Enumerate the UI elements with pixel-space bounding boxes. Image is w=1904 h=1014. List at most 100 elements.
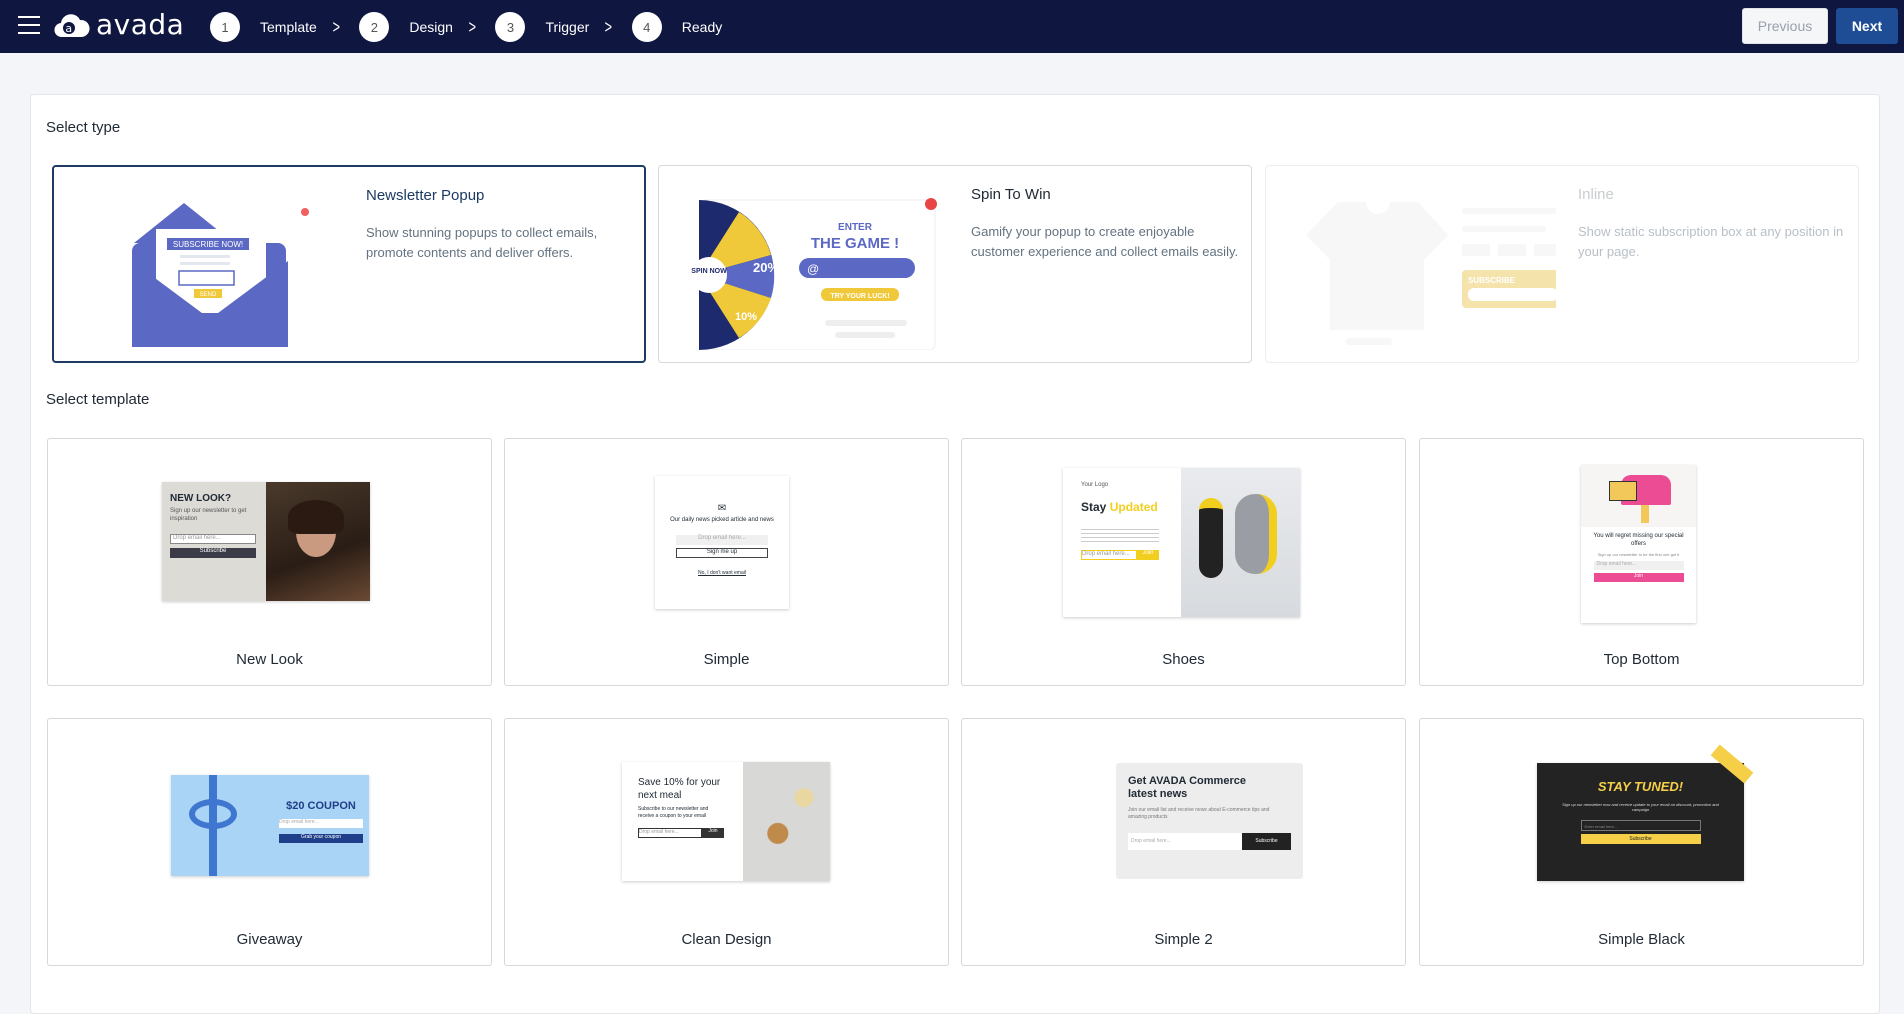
- thumb-text: Get AVADA Commerce latest news: [1128, 775, 1246, 801]
- thumb-text: Sign up our newsletter now and receive u…: [1562, 801, 1719, 813]
- template-card-shoes[interactable]: Your Logo Stay Updated Drop email here..…: [961, 438, 1406, 686]
- wizard-steps: 1 Template > 2 Design > 3 Trigger > 4 Ready: [210, 12, 740, 42]
- next-button[interactable]: Next: [1836, 8, 1898, 44]
- art-text: SEND: [200, 292, 217, 298]
- type-card-newsletter-popup[interactable]: SUBSCRIBE NOW! SEND Newsletter Popup Sho…: [52, 165, 646, 363]
- hamburger-menu-icon[interactable]: [18, 16, 40, 34]
- thumb-text: STAY TUNED!: [1597, 779, 1684, 794]
- thumb-text: NEW LOOK?: [170, 493, 232, 504]
- art-text: 20%: [753, 260, 779, 275]
- template-thumbnail: Get AVADA Commerce latest news Join our …: [1116, 763, 1303, 879]
- template-thumbnail: STAY TUNED! Sign up our newsletter now a…: [1537, 744, 1754, 881]
- step-number: 3: [495, 12, 526, 42]
- thumb-text: Sign up our newsletter to get inspiratio…: [170, 508, 247, 522]
- type-description: Show stunning popups to collect emails, …: [366, 225, 598, 260]
- template-name: Simple 2: [1154, 931, 1213, 948]
- avada-cloud-icon: a: [54, 13, 90, 37]
- template-card-simple-black[interactable]: STAY TUNED! Sign up our newsletter now a…: [1419, 718, 1864, 966]
- template-name: Giveaway: [236, 931, 303, 948]
- template-name: Shoes: [1162, 651, 1205, 668]
- template-thumbnail: $20 COUPON Drop email here... Grab your …: [171, 775, 369, 876]
- avada-logo[interactable]: a avada: [54, 8, 184, 41]
- art-text: SPIN NOW: [691, 268, 727, 275]
- food-photo: [743, 762, 830, 881]
- thumb-text: Stay: [1081, 500, 1107, 514]
- template-thumbnail: You will regret missing our special offe…: [1581, 465, 1696, 623]
- template-thumbnail: Your Logo Stay Updated Drop email here..…: [1063, 468, 1300, 617]
- thumb-text: Sign me up: [676, 547, 768, 558]
- main-panel: Select type SUBSCRIBE NOW! SEND Newslett…: [30, 94, 1880, 1014]
- template-card-giveaway[interactable]: $20 COUPON Drop email here... Grab your …: [47, 718, 492, 966]
- template-name: Clean Design: [681, 931, 772, 948]
- thumb-text: $20 COUPON: [286, 800, 356, 812]
- template-thumbnail: Save 10% for your next meal Subscribe to…: [622, 762, 830, 881]
- top-bar: a avada 1 Template > 2 Design > 3 Trigger > 4 R…: [0, 0, 1904, 53]
- type-title: Newsletter Popup: [366, 187, 485, 204]
- template-name: Simple: [703, 651, 750, 668]
- type-description: Gamify your popup to create enjoyable cu…: [971, 224, 1239, 259]
- thumb-text: Join our email list and receive news abo…: [1128, 807, 1270, 820]
- shoes-photo: [1181, 468, 1300, 617]
- template-name: Top Bottom: [1603, 651, 1680, 668]
- step-design[interactable]: 2 Design >: [359, 12, 477, 42]
- art-text: ENTER: [838, 222, 873, 233]
- step-label: Ready: [681, 19, 723, 35]
- step-label: Design: [409, 19, 453, 35]
- type-card-inline[interactable]: SUBSCRIBE Inline Show static subscriptio…: [1265, 165, 1859, 363]
- art-text: 10%: [735, 311, 757, 323]
- thumb-text: You will regret missing our special offe…: [1593, 533, 1684, 547]
- template-card-top-bottom[interactable]: You will regret missing our special offe…: [1419, 438, 1864, 686]
- thumb-text: Join: [702, 828, 724, 838]
- step-number: 2: [359, 12, 390, 42]
- thumb-text: Save 10% for your next meal: [638, 777, 721, 801]
- thumb-text: Drop email here...: [170, 534, 256, 544]
- art-text: SUBSCRIBE: [1468, 276, 1516, 285]
- thumb-text: Subscribe: [1580, 834, 1701, 845]
- logo-text: avada: [96, 8, 185, 41]
- thumb-text: Drop email here...: [676, 534, 768, 545]
- template-card-simple-2[interactable]: Get AVADA Commerce latest news Join our …: [961, 718, 1406, 966]
- thumb-text: Join: [1137, 550, 1159, 560]
- template-card-new-look[interactable]: NEW LOOK? Sign up our newsletter to get …: [47, 438, 492, 686]
- woman-photo: [266, 482, 370, 601]
- template-thumbnail: ✉ Our daily news picked article and news…: [655, 476, 789, 609]
- tape-decoration: [1710, 744, 1754, 784]
- mailbox-illustration: [1581, 465, 1696, 527]
- chevron-right-icon: >: [332, 16, 340, 37]
- thumb-text: Our daily news picked article and news: [670, 517, 774, 523]
- type-card-spin-to-win[interactable]: SPIN NOW 20% 10% ENTER THE GAME ! @ TRY …: [624, 165, 1252, 363]
- step-trigger[interactable]: 3 Trigger >: [495, 12, 613, 42]
- step-number: 4: [631, 12, 662, 42]
- step-label: Trigger: [545, 19, 590, 35]
- art-text: THE GAME !: [811, 235, 899, 252]
- select-template-heading: Select template: [46, 391, 150, 408]
- chevron-right-icon: >: [468, 16, 476, 37]
- thumb-text: Drop email here...: [1081, 550, 1137, 560]
- envelope-icon: ✉: [717, 503, 727, 514]
- thumb-text: Your Logo: [1081, 482, 1109, 488]
- type-title: Inline: [1578, 186, 1614, 203]
- inline-illustration: SUBSCRIBE: [1296, 180, 1576, 350]
- envelope-illustration: SUBSCRIBE NOW! SEND: [84, 181, 324, 351]
- template-name: New Look: [236, 651, 303, 668]
- art-text: TRY YOUR LUCK!: [830, 293, 889, 300]
- spin-wheel-illustration: SPIN NOW 20% 10% ENTER THE GAME ! @ TRY …: [624, 180, 937, 351]
- art-text: SUBSCRIBE NOW!: [173, 240, 243, 249]
- thumb-text: Subscribe: [170, 548, 256, 558]
- template-thumbnail: NEW LOOK? Sign up our newsletter to get …: [162, 482, 370, 601]
- art-text: @: [807, 262, 819, 276]
- svg-text:a: a: [65, 22, 72, 35]
- thumb-text: Subscribe to our newsletter and receive …: [638, 806, 709, 819]
- type-description: Show static subscription box at any posi…: [1578, 224, 1844, 259]
- step-template[interactable]: 1 Template >: [210, 12, 341, 42]
- thumb-text: Enter email here...: [1580, 820, 1701, 832]
- thumb-text: Grab your coupon: [279, 834, 363, 843]
- template-card-clean-design[interactable]: Save 10% for your next meal Subscribe to…: [504, 718, 949, 966]
- step-ready[interactable]: 4 Ready: [631, 12, 723, 42]
- previous-button[interactable]: Previous: [1742, 8, 1828, 44]
- template-name: Simple Black: [1598, 931, 1685, 948]
- template-card-simple[interactable]: ✉ Our daily news picked article and news…: [504, 438, 949, 686]
- thumb-text: Join: [1593, 572, 1684, 582]
- thumb-text: No, I don't want email: [698, 569, 746, 576]
- step-number: 1: [210, 12, 240, 42]
